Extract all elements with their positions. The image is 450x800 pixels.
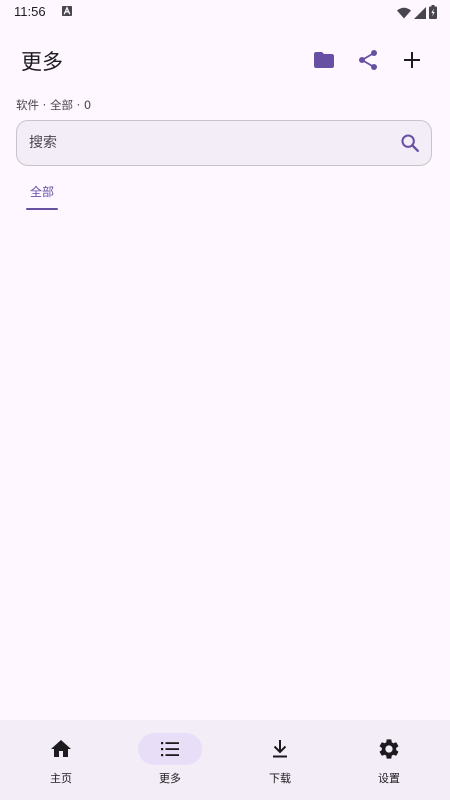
share-button[interactable] bbox=[346, 36, 390, 84]
tab-indicator bbox=[26, 208, 58, 210]
nav-label: 设置 bbox=[378, 772, 400, 785]
folder-button[interactable] bbox=[302, 36, 346, 84]
bottom-navigation: 主页 更多 下载 设置 bbox=[0, 720, 450, 800]
search-bar bbox=[16, 120, 432, 166]
settings-icon bbox=[379, 739, 399, 759]
nav-label: 下载 bbox=[269, 772, 291, 785]
list-icon bbox=[161, 742, 179, 757]
signal-icon bbox=[414, 4, 426, 23]
library-summary: 软件 · 全部 · 0 bbox=[16, 98, 92, 112]
folder-icon bbox=[314, 52, 334, 68]
nav-label: 主页 bbox=[50, 772, 72, 785]
nav-label: 更多 bbox=[159, 772, 181, 785]
nav-item-home[interactable]: 主页 bbox=[5, 720, 117, 800]
home-icon bbox=[51, 740, 71, 757]
wifi-icon bbox=[397, 4, 411, 23]
a-icon bbox=[62, 6, 72, 16]
nav-item-more[interactable]: 更多 bbox=[114, 720, 226, 800]
top-app-bar: 更多 bbox=[0, 36, 450, 84]
nav-item-settings[interactable]: 设置 bbox=[333, 720, 445, 800]
add-button[interactable] bbox=[390, 36, 434, 84]
download-icon bbox=[273, 740, 287, 758]
status-indicators bbox=[397, 4, 437, 23]
nav-item-download[interactable]: 下载 bbox=[224, 720, 336, 800]
share-icon bbox=[359, 50, 377, 70]
status-bar: 11:56 bbox=[0, 0, 450, 24]
add-icon bbox=[404, 52, 420, 68]
search-icon[interactable] bbox=[399, 132, 421, 154]
status-time: 11:56 bbox=[14, 4, 46, 19]
page-title: 更多 bbox=[21, 50, 63, 74]
tab-label: 全部 bbox=[29, 185, 54, 199]
tab-all[interactable]: 全部 bbox=[26, 178, 58, 210]
battery-charging-icon bbox=[429, 4, 437, 23]
search-input[interactable] bbox=[29, 121, 389, 165]
